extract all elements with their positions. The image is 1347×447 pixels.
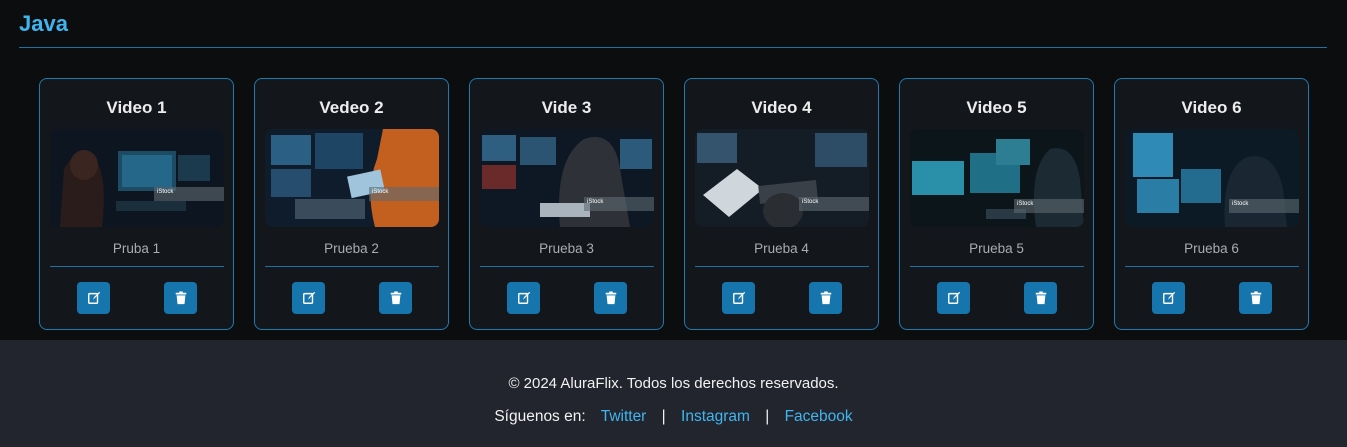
video-description: Prueba 6 bbox=[1184, 241, 1239, 256]
video-card[interactable]: Video 5 iStock Prueba 5 bbox=[899, 78, 1094, 330]
instagram-link[interactable]: Instagram bbox=[681, 408, 750, 425]
edit-button[interactable] bbox=[507, 282, 540, 314]
card-divider bbox=[695, 266, 869, 267]
thumbnail-image: iStock bbox=[50, 129, 224, 227]
video-thumbnail[interactable]: iStock bbox=[265, 129, 439, 227]
delete-button[interactable] bbox=[594, 282, 627, 314]
thumbnail-image: iStock bbox=[910, 129, 1084, 227]
video-card[interactable]: Video 6 iStock Prueba 6 bbox=[1114, 78, 1309, 330]
edit-icon bbox=[87, 291, 100, 304]
edit-icon bbox=[517, 291, 530, 304]
video-thumbnail[interactable]: iStock bbox=[695, 129, 869, 227]
video-thumbnail[interactable]: iStock bbox=[1125, 129, 1299, 227]
copyright-text: © 2024 AluraFlix. Todos los derechos res… bbox=[508, 375, 839, 392]
video-description: Prueba 5 bbox=[969, 241, 1024, 256]
video-description: Pruba 1 bbox=[112, 241, 161, 256]
thumbnail-image: iStock bbox=[695, 129, 869, 227]
thumbnail-image: iStock bbox=[480, 129, 654, 227]
twitter-link[interactable]: Twitter bbox=[601, 408, 647, 425]
trash-icon bbox=[1035, 291, 1046, 305]
trash-icon bbox=[175, 291, 186, 305]
video-card[interactable]: Vedeo 2 iStock Prueba 2 bbox=[254, 78, 449, 330]
trash-icon bbox=[605, 291, 616, 305]
video-card[interactable]: Vide 3 iStock Prueba 3 bbox=[469, 78, 664, 330]
follow-label: Síguenos en: bbox=[494, 408, 586, 425]
watermark-text: iStock bbox=[1232, 201, 1249, 207]
video-title: Video 1 bbox=[106, 98, 167, 117]
watermark-text: iStock bbox=[1017, 201, 1034, 207]
video-title: Video 4 bbox=[751, 98, 812, 117]
video-card-list: Video 1 iStock Pruba 1 Vedeo 2 iStock Pr… bbox=[39, 78, 1309, 330]
video-title: Video 5 bbox=[966, 98, 1027, 117]
video-title: Vide 3 bbox=[541, 98, 592, 117]
card-divider bbox=[1125, 266, 1299, 267]
section-title: Java bbox=[19, 11, 68, 36]
delete-button[interactable] bbox=[809, 282, 842, 314]
delete-button[interactable] bbox=[1024, 282, 1057, 314]
facebook-link[interactable]: Facebook bbox=[785, 408, 853, 425]
section-divider bbox=[19, 47, 1327, 48]
video-description: Prueba 4 bbox=[754, 241, 809, 256]
edit-icon bbox=[947, 291, 960, 304]
watermark-text: iStock bbox=[372, 189, 389, 195]
edit-button[interactable] bbox=[722, 282, 755, 314]
edit-icon bbox=[732, 291, 745, 304]
video-description: Prueba 3 bbox=[539, 241, 594, 256]
trash-icon bbox=[1250, 291, 1261, 305]
edit-icon bbox=[302, 291, 315, 304]
trash-icon bbox=[820, 291, 831, 305]
video-card[interactable]: Video 1 iStock Pruba 1 bbox=[39, 78, 234, 330]
site-footer: © 2024 AluraFlix. Todos los derechos res… bbox=[0, 340, 1347, 447]
video-thumbnail[interactable]: iStock bbox=[50, 129, 224, 227]
video-thumbnail[interactable]: iStock bbox=[910, 129, 1084, 227]
video-description: Prueba 2 bbox=[324, 241, 379, 256]
video-title: Video 6 bbox=[1181, 98, 1242, 117]
edit-button[interactable] bbox=[77, 282, 110, 314]
edit-button[interactable] bbox=[1152, 282, 1185, 314]
java-section: Java Video 1 iStock Pruba 1 Vedeo 2 iSto… bbox=[0, 0, 1347, 340]
video-thumbnail[interactable]: iStock bbox=[480, 129, 654, 227]
edit-button[interactable] bbox=[292, 282, 325, 314]
social-links: Síguenos en: Twitter | Instagram | Faceb… bbox=[0, 408, 1347, 426]
card-divider bbox=[50, 266, 224, 267]
edit-icon bbox=[1162, 291, 1175, 304]
edit-button[interactable] bbox=[937, 282, 970, 314]
thumbnail-image: iStock bbox=[265, 129, 439, 227]
trash-icon bbox=[390, 291, 401, 305]
delete-button[interactable] bbox=[379, 282, 412, 314]
link-separator: | bbox=[765, 408, 770, 425]
delete-button[interactable] bbox=[164, 282, 197, 314]
video-card[interactable]: Video 4 iStock Prueba 4 bbox=[684, 78, 879, 330]
card-divider bbox=[480, 266, 654, 267]
card-divider bbox=[265, 266, 439, 267]
watermark-text: iStock bbox=[587, 199, 604, 205]
watermark-text: iStock bbox=[157, 189, 174, 195]
card-divider bbox=[910, 266, 1084, 267]
delete-button[interactable] bbox=[1239, 282, 1272, 314]
thumbnail-image: iStock bbox=[1125, 129, 1299, 227]
video-title: Vedeo 2 bbox=[319, 98, 384, 117]
watermark-text: iStock bbox=[802, 199, 819, 205]
link-separator: | bbox=[661, 408, 666, 425]
